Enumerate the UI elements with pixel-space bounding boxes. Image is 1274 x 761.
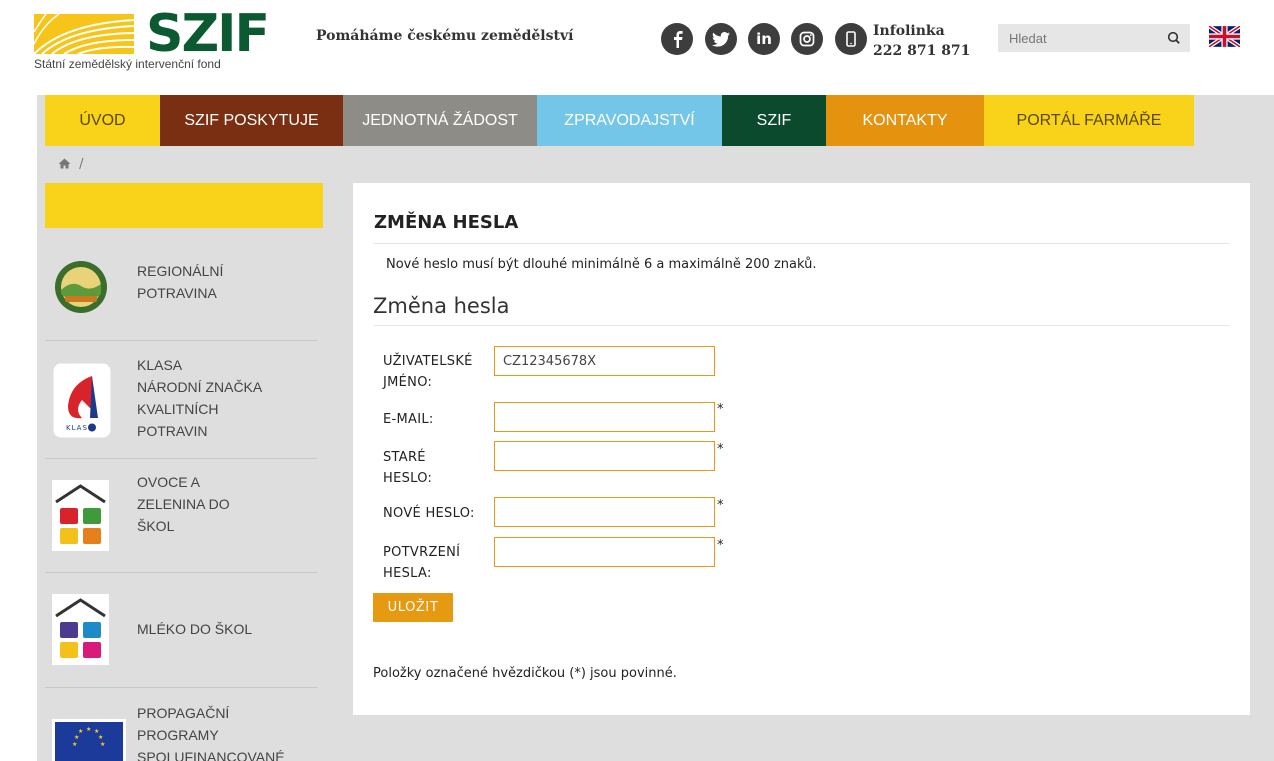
- username-label-line: JMÉNO:: [383, 375, 433, 390]
- new-password-label-line: NOVÉ HESLO:: [383, 506, 475, 521]
- sidebar-item-regionalni-potravina[interactable]: REGIONÁLNÍ POTRAVINA: [45, 245, 317, 335]
- required-fields-note: Položky označené hvězdičkou (*) jsou pov…: [373, 666, 677, 681]
- required-marker: *: [717, 498, 724, 513]
- ovoce-zelenina-icon: [52, 480, 109, 551]
- breadcrumb: /: [58, 157, 84, 172]
- confirm-password-field[interactable]: [494, 537, 715, 567]
- subtitle-divider: [374, 325, 1229, 326]
- logo-subtitle: Státní zemědělský intervenční fond: [34, 57, 221, 71]
- infolinka-number[interactable]: 222 871 871: [873, 41, 970, 61]
- form-subtitle: Změna hesla: [373, 294, 510, 318]
- linkedin-icon[interactable]: in: [748, 23, 780, 55]
- password-length-info: Nové heslo musí být dlouhé minimálně 6 a…: [386, 257, 817, 272]
- sidebar-label-line: OVOCE A: [137, 474, 201, 490]
- sidebar-label-line: ŠKOL: [137, 518, 175, 534]
- uk-flag-icon[interactable]: [1209, 26, 1240, 47]
- svg-text:★: ★: [98, 734, 103, 741]
- username-label: UŽIVATELSKÉ JMÉNO:: [383, 351, 473, 393]
- instagram-icon[interactable]: [791, 23, 823, 55]
- sidebar-label-line: POTRAVIN: [137, 423, 208, 439]
- tagline: Pomáháme českému zemědělství: [316, 28, 574, 44]
- home-icon[interactable]: [58, 158, 71, 169]
- svg-text:★: ★: [86, 726, 91, 733]
- required-marker: *: [717, 402, 724, 417]
- klasa-icon: KLAS: [52, 362, 112, 439]
- search-box: [998, 24, 1190, 52]
- nav-szif-poskytuje[interactable]: SZIF POSKYTUJE: [160, 95, 343, 146]
- nav-kontakty[interactable]: KONTAKTY: [826, 95, 984, 146]
- nav-jednotna-zadost[interactable]: JEDNOTNÁ ŽÁDOST: [343, 95, 537, 146]
- old-password-field[interactable]: [494, 441, 715, 471]
- mleko-icon: [52, 594, 109, 665]
- sidebar-item-propagacni-programy[interactable]: ★ ★ ★ ★ ★ ★ ★ PROPAGAČNÍ PROGRAMY SPOLUFINAN…: [45, 690, 317, 761]
- sidebar-label-line: PROPAGAČNÍ: [137, 705, 230, 721]
- sidebar-divider: [45, 458, 317, 459]
- svg-text:★: ★: [74, 734, 79, 741]
- sidebar-label-line: NÁRODNÍ ZNAČKA: [137, 379, 263, 395]
- sidebar-divider: [45, 687, 317, 688]
- search-icon[interactable]: [1166, 30, 1182, 46]
- old-password-label-line: STARÉ: [383, 450, 426, 465]
- email-label: E-MAIL:: [383, 409, 434, 430]
- username-field[interactable]: [494, 346, 715, 376]
- sidebar-label-line: REGIONÁLNÍ: [137, 263, 224, 279]
- sidebar-label-line: SPOLUFINANCOVANÉ: [137, 749, 285, 761]
- infolinka: Infolinka 222 871 871: [873, 21, 970, 61]
- sidebar-label-line: KLASA: [137, 357, 183, 373]
- svg-text:KLAS: KLAS: [66, 424, 88, 432]
- nav-uvod[interactable]: ÚVOD: [45, 95, 160, 146]
- new-password-label: NOVÉ HESLO:: [383, 503, 475, 524]
- sidebar-label-line: ZELENINA DO: [137, 496, 230, 512]
- svg-text:★: ★: [100, 741, 105, 748]
- logo-text[interactable]: SZIF: [146, 6, 270, 62]
- sidebar-item-klasa[interactable]: KLAS KLASA NÁRODNÍ ZNAČKA KVALITNÍCH POT…: [45, 345, 317, 455]
- old-password-label-line: HESLO:: [383, 471, 433, 486]
- title-divider: [374, 243, 1229, 244]
- nav-szif[interactable]: SZIF: [722, 95, 826, 146]
- required-marker: *: [717, 538, 724, 553]
- main-navigation: ÚVOD SZIF POSKYTUJE JEDNOTNÁ ŽÁDOST ZPRA…: [45, 95, 1249, 146]
- nav-portal-farmare[interactable]: PORTÁL FARMÁŘE: [984, 95, 1194, 146]
- facebook-icon[interactable]: [661, 23, 693, 55]
- old-password-label: STARÉ HESLO:: [383, 447, 432, 489]
- search-input[interactable]: [998, 24, 1148, 52]
- svg-text:★: ★: [72, 741, 77, 748]
- sidebar-divider: [45, 572, 317, 573]
- sidebar-item-mleko-do-skol[interactable]: MLÉKO DO ŠKOL: [45, 576, 317, 684]
- eu-flag-icon: ★ ★★ ★★ ★★: [52, 719, 126, 761]
- sidebar-label-line: PROGRAMY: [137, 727, 219, 743]
- sidebar-header-block: [45, 183, 323, 228]
- page-title: ZMĚNA HESLA: [374, 212, 519, 233]
- sidebar-divider: [45, 340, 317, 341]
- nav-zpravodajstvi[interactable]: ZPRAVODAJSTVÍ: [537, 95, 722, 146]
- twitter-icon[interactable]: [705, 23, 737, 55]
- regionalni-potravina-icon: [55, 261, 107, 313]
- sidebar-item-ovoce-zelenina[interactable]: OVOCE A ZELENINA DO ŠKOL: [45, 462, 317, 570]
- new-password-field[interactable]: [494, 497, 715, 527]
- confirm-password-label-line: HESLA:: [383, 566, 432, 581]
- confirm-password-label-line: POTVRZENÍ: [383, 545, 461, 560]
- breadcrumb-separator: /: [79, 157, 84, 172]
- infolinka-label: Infolinka: [873, 23, 945, 39]
- confirm-password-label: POTVRZENÍ HESLA:: [383, 542, 460, 584]
- username-label-line: UŽIVATELSKÉ: [383, 354, 473, 369]
- szif-logo-stripes-icon[interactable]: [34, 14, 134, 54]
- save-button[interactable]: ULOŽIT: [373, 593, 453, 622]
- mobile-icon[interactable]: [835, 23, 867, 55]
- sidebar-label-line: MLÉKO DO ŠKOL: [137, 621, 253, 637]
- required-marker: *: [717, 442, 724, 457]
- email-field[interactable]: [494, 402, 715, 432]
- sidebar-label-line: KVALITNÍCH: [137, 401, 219, 417]
- email-label-line: E-MAIL:: [383, 412, 434, 427]
- sidebar-label-line: POTRAVINA: [137, 285, 217, 301]
